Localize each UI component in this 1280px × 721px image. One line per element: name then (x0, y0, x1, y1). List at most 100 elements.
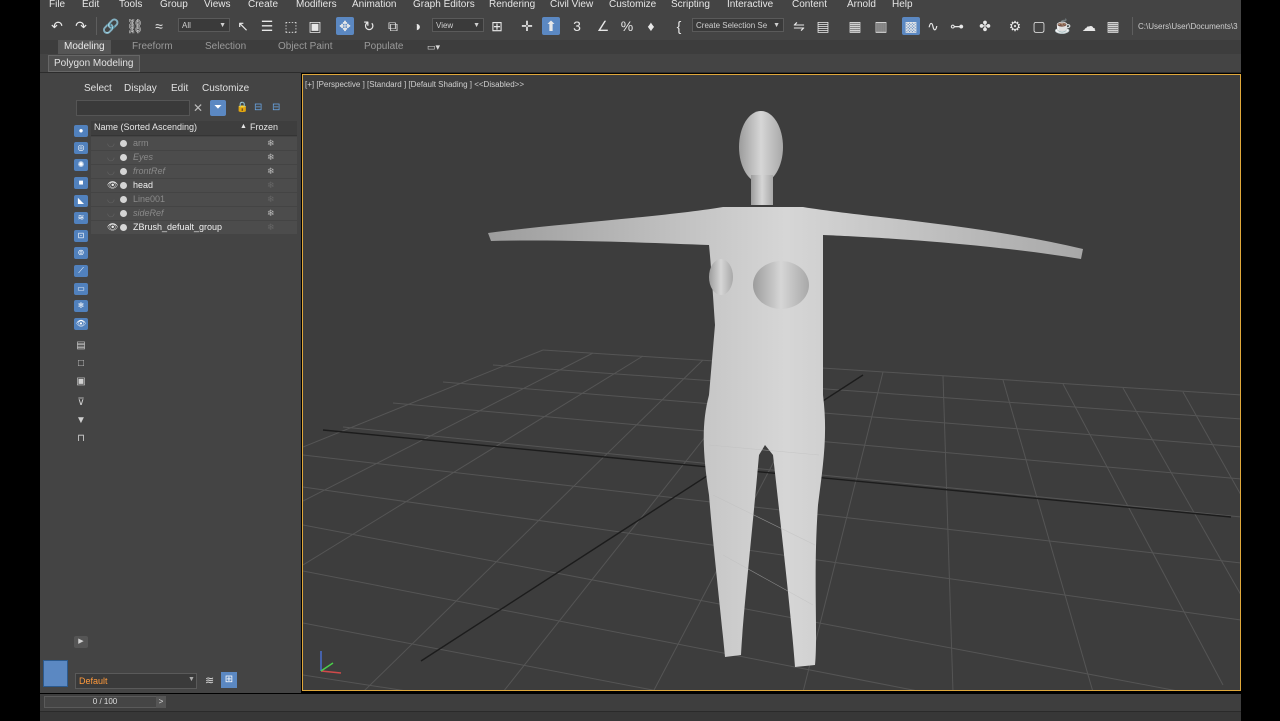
time-slider[interactable]: 0 / 100 (44, 696, 166, 708)
display-lights-icon[interactable]: ✺ (74, 159, 88, 171)
named-selection-set-dropdown[interactable]: Create Selection Se ▼ (692, 18, 784, 32)
curve-editor-icon[interactable]: ∿ (924, 17, 942, 35)
percent-snap-icon[interactable]: % (618, 17, 636, 35)
lock-icon[interactable]: 🔒 (236, 102, 248, 113)
visibility-eye-icon[interactable]: ◡ (107, 207, 115, 220)
selection-filter-dropdown[interactable]: All ▼ (178, 18, 230, 32)
edit-named-selection-icon[interactable]: { (670, 17, 688, 35)
menu-create[interactable]: Create (248, 0, 278, 10)
frozen-icon[interactable]: ❄ (267, 151, 275, 164)
column-frozen-header[interactable]: Frozen (250, 122, 278, 132)
layer-explorer-icon[interactable]: ▥ (872, 17, 890, 35)
menu-edit[interactable]: Edit (82, 0, 99, 10)
visibility-eye-icon[interactable]: 👁 (107, 221, 118, 234)
display-frozen-icon[interactable]: ❄ (74, 300, 88, 312)
visibility-eye-icon[interactable]: 👁 (107, 179, 118, 192)
list-item-arm[interactable]: ◡ arm ❄ (91, 137, 297, 150)
se-menu-edit[interactable]: Edit (171, 83, 188, 94)
ribbon-options-icon[interactable]: ▭▾ (421, 40, 446, 54)
select-and-manipulate-icon[interactable]: ✛ (518, 17, 536, 35)
frozen-icon[interactable]: ❄ (267, 137, 275, 150)
clear-search-icon[interactable]: ✕ (193, 101, 203, 115)
menu-tools[interactable]: Tools (119, 0, 142, 10)
select-and-scale-icon[interactable]: ⧉ (384, 17, 402, 35)
display-hidden-icon[interactable]: 👁 (74, 318, 88, 330)
chevron-down-icon[interactable]: ▼ (188, 676, 195, 683)
menu-interactive[interactable]: Interactive (727, 0, 773, 10)
visibility-eye-icon[interactable]: ◡ (107, 165, 115, 178)
pivot-point-icon[interactable]: ⊞ (488, 17, 506, 35)
funnel-icon[interactable]: ▼ (74, 415, 88, 427)
se-menu-customize[interactable]: Customize (202, 83, 249, 94)
undo-icon[interactable]: ↶ (48, 17, 66, 35)
render-production-icon[interactable]: ☕ (1054, 17, 1072, 35)
menu-file[interactable]: File (49, 0, 65, 10)
toggle-ribbon-icon[interactable]: ▩ (902, 17, 920, 35)
menu-arnold[interactable]: Arnold (847, 0, 876, 10)
list-item-eyes[interactable]: ◡ Eyes ❄ (91, 151, 297, 164)
menu-scripting[interactable]: Scripting (671, 0, 710, 10)
list-item-head[interactable]: 👁 head ❄ (91, 179, 297, 192)
tab-object-paint[interactable]: Object Paint (272, 40, 338, 54)
select-and-move-icon[interactable]: ✥ (336, 17, 354, 35)
hierarchy-view-icon[interactable]: ⊞ (221, 672, 237, 688)
link-icon[interactable]: 🔗 (102, 17, 120, 35)
column-name-header[interactable]: Name (Sorted Ascending) (94, 122, 197, 132)
menu-rendering[interactable]: Rendering (489, 0, 535, 10)
select-object-icon[interactable]: ↖ (234, 17, 252, 35)
display-none-icon[interactable]: □ (74, 358, 88, 370)
render-setup-icon[interactable]: ⚙ (1006, 17, 1024, 35)
rendered-frame-window-icon[interactable]: ▢ (1030, 17, 1048, 35)
menu-customize[interactable]: Customize (609, 0, 656, 10)
snaps-toggle-icon[interactable]: 3 (568, 17, 586, 35)
scene-search-input[interactable] (76, 100, 190, 116)
display-shapes-icon[interactable]: ◎ (74, 142, 88, 154)
list-item-zbrush-group[interactable]: 👁 ZBrush_defualt_group ❄ (91, 221, 297, 234)
scene-explorer-toggle-icon[interactable]: ▦ (846, 17, 864, 35)
display-invert-icon[interactable]: ▣ (74, 376, 88, 388)
viewport-layout-tab[interactable] (43, 660, 68, 687)
tab-freeform[interactable]: Freeform (126, 40, 179, 54)
window-crossing-icon[interactable]: ▣ (306, 17, 324, 35)
display-helpers-icon[interactable]: ◣ (74, 195, 88, 207)
layer-sort-icon[interactable]: ⊟ (272, 102, 280, 113)
select-and-rotate-icon[interactable]: ↻ (360, 17, 378, 35)
menu-graph-editors[interactable]: Graph Editors (413, 0, 475, 10)
select-by-name-icon[interactable]: ☰ (258, 17, 276, 35)
menu-animation[interactable]: Animation (352, 0, 396, 10)
frozen-icon[interactable]: ❄ (267, 193, 275, 206)
list-item-sideref[interactable]: ◡ sideRef ❄ (91, 207, 297, 220)
project-path[interactable]: C:\Users\User\Documents\3 (1138, 22, 1238, 31)
frozen-icon[interactable]: ❄ (267, 207, 275, 220)
polygon-modeling-panel[interactable]: Polygon Modeling (48, 55, 140, 72)
reference-coordinate-dropdown[interactable]: View ▼ (432, 18, 484, 32)
visibility-eye-icon[interactable]: ◡ (107, 193, 115, 206)
display-xrefs-icon[interactable]: ⊚ (74, 247, 88, 259)
frozen-icon[interactable]: ❄ (267, 165, 275, 178)
frozen-icon[interactable]: ❄ (267, 221, 275, 234)
material-editor-icon[interactable]: ✤ (976, 17, 994, 35)
display-bones-icon[interactable]: ⟋ (74, 265, 88, 277)
filter-icon[interactable]: ⏷ (210, 100, 226, 116)
expand-arrow-icon[interactable]: ▶ (74, 636, 88, 648)
mirror-icon[interactable]: ⇋ (790, 17, 808, 35)
viewport-label-menu[interactable]: [+] [Perspective ] [Standard ] [Default … (305, 80, 524, 89)
rectangular-selection-icon[interactable]: ⬚ (282, 17, 300, 35)
angle-snap-icon[interactable]: ∠ (594, 17, 612, 35)
menu-views[interactable]: Views (204, 0, 231, 10)
menu-content[interactable]: Content (792, 0, 827, 10)
list-item-line001[interactable]: ◡ Line001 ❄ (91, 193, 297, 206)
frozen-icon[interactable]: ❄ (267, 179, 275, 192)
menu-modifiers[interactable]: Modifiers (296, 0, 337, 10)
display-all-icon[interactable]: ▤ (74, 340, 88, 352)
se-menu-display[interactable]: Display (124, 83, 157, 94)
perspective-viewport[interactable] (302, 74, 1241, 691)
keyboard-shortcut-override-icon[interactable]: ⬆ (542, 17, 560, 35)
redo-icon[interactable]: ↷ (72, 17, 90, 35)
tab-selection[interactable]: Selection (199, 40, 252, 54)
filter-options-icon[interactable]: ⊽ (74, 397, 88, 409)
visibility-eye-icon[interactable]: ◡ (107, 137, 115, 150)
render-in-cloud-icon[interactable]: ☁ (1080, 17, 1098, 35)
display-geometry-icon[interactable]: ● (74, 125, 88, 137)
display-groups-icon[interactable]: ⊡ (74, 230, 88, 242)
